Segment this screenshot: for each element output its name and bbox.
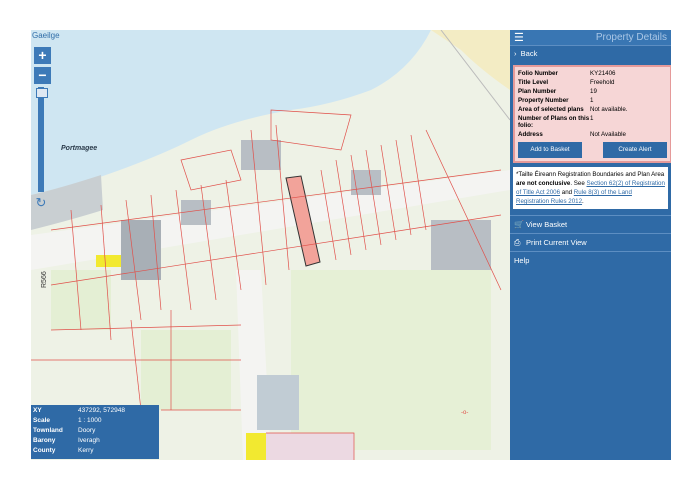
zoom-in-button[interactable]: + [34, 47, 51, 64]
info-row-townland: Townland Doory [31, 426, 159, 436]
plan-value: 19 [590, 88, 597, 95]
num-plans-value: 1 [590, 115, 594, 122]
print-view-label: Print Current View [526, 238, 587, 247]
note-text: *Tailte Éireann Registration Boundaries … [516, 171, 665, 178]
note-text: . [582, 198, 584, 205]
detail-row: Address Not Available [518, 131, 667, 138]
help-label: Help [514, 256, 530, 265]
info-value: Kerry [78, 447, 94, 454]
info-row-county: County Kerry [31, 446, 159, 456]
print-view-link[interactable]: ⎙ Print Current View [510, 234, 671, 252]
plus-icon: + [38, 47, 47, 63]
address-value: Not Available [590, 131, 627, 138]
info-value: 437292, 572948 [78, 407, 125, 414]
info-value: Doory [78, 427, 96, 434]
view-basket-link[interactable]: 🛒 View Basket [510, 215, 671, 234]
note-bold: are not conclusive [516, 180, 571, 187]
zoom-slider-track[interactable] [38, 87, 44, 192]
road-label: R566 [41, 271, 48, 288]
minus-icon: − [38, 67, 47, 83]
view-basket-label: View Basket [526, 220, 568, 229]
help-link[interactable]: Help [510, 252, 671, 269]
create-alert-button[interactable]: Create Alert [603, 142, 667, 158]
print-icon: ⎙ [514, 238, 521, 247]
address-label: Address [518, 131, 543, 138]
svg-text:-o-: -o- [461, 410, 468, 416]
info-row-scale: Scale 1 : 1000 [31, 416, 159, 426]
info-key: County [33, 447, 56, 454]
zoom-out-button[interactable]: − [34, 67, 51, 84]
info-row-xy: XY 437292, 572948 [31, 406, 159, 416]
detail-row: Plan Number 19 [518, 88, 667, 95]
folio-label: Folio Number [518, 70, 558, 77]
area-value: Not available. [590, 106, 628, 113]
detail-row: Title Level Freehold [518, 79, 667, 86]
add-to-basket-button[interactable]: Add to Basket [518, 142, 582, 158]
panel-title: Property Details [595, 32, 667, 43]
back-link[interactable]: › Back [510, 45, 671, 62]
info-value: 1 : 1000 [78, 417, 102, 424]
info-key: Townland [33, 427, 63, 434]
info-key: Barony [33, 437, 56, 444]
zoom-slider-handle[interactable] [36, 88, 48, 98]
info-value: Iveragh [78, 437, 100, 444]
property-details-panel: ☰ Property Details › Back Folio Number KY… [510, 30, 671, 460]
place-label: Portmagee [61, 145, 98, 152]
area-label: Area of selected plans [518, 106, 584, 113]
title-level-label: Title Level [518, 79, 549, 86]
map-canvas[interactable]: -o- Gaeilge + − ↻ Portmagee R566 XY 43729… [31, 30, 510, 460]
folio-value: KY21406 [590, 70, 616, 77]
detail-row: Number of Plans on this folio: 1 [518, 115, 667, 129]
detail-row: Property Number 1 [518, 97, 667, 104]
note-text: and [560, 189, 574, 196]
title-level-value: Freehold [590, 79, 615, 86]
app-window: -o- Gaeilge + − ↻ Portmagee R566 XY 43729… [31, 30, 671, 460]
detail-row: Area of selected plans Not available. [518, 106, 667, 113]
card-actions: Add to Basket Create Alert [518, 142, 667, 158]
refresh-icon[interactable]: ↻ [34, 196, 48, 210]
property-label: Property Number [518, 97, 569, 104]
language-link[interactable]: Gaeilge [32, 31, 60, 40]
cart-icon: 🛒 [514, 220, 524, 229]
back-label: Back [520, 49, 538, 58]
chevron-right-icon: › [514, 49, 517, 58]
map-layer: -o- [31, 30, 510, 460]
detail-row: Folio Number KY21406 [518, 70, 667, 77]
disclaimer-note: *Tailte Éireann Registration Boundaries … [513, 167, 668, 209]
info-row-barony: Barony Iveragh [31, 436, 159, 446]
note-text: . See [570, 180, 587, 187]
hamburger-icon[interactable]: ☰ [514, 31, 524, 44]
info-key: Scale [33, 417, 50, 424]
panel-header: ☰ Property Details [510, 30, 671, 45]
num-plans-label: Number of Plans on this folio: [518, 115, 590, 129]
property-details-card: Folio Number KY21406 Title Level Freehold … [513, 65, 671, 163]
property-value: 1 [590, 97, 594, 104]
info-key: XY [33, 407, 42, 414]
plan-label: Plan Number [518, 88, 557, 95]
coordinates-info-box: XY 437292, 572948 Scale 1 : 1000 Townland D… [31, 405, 159, 459]
